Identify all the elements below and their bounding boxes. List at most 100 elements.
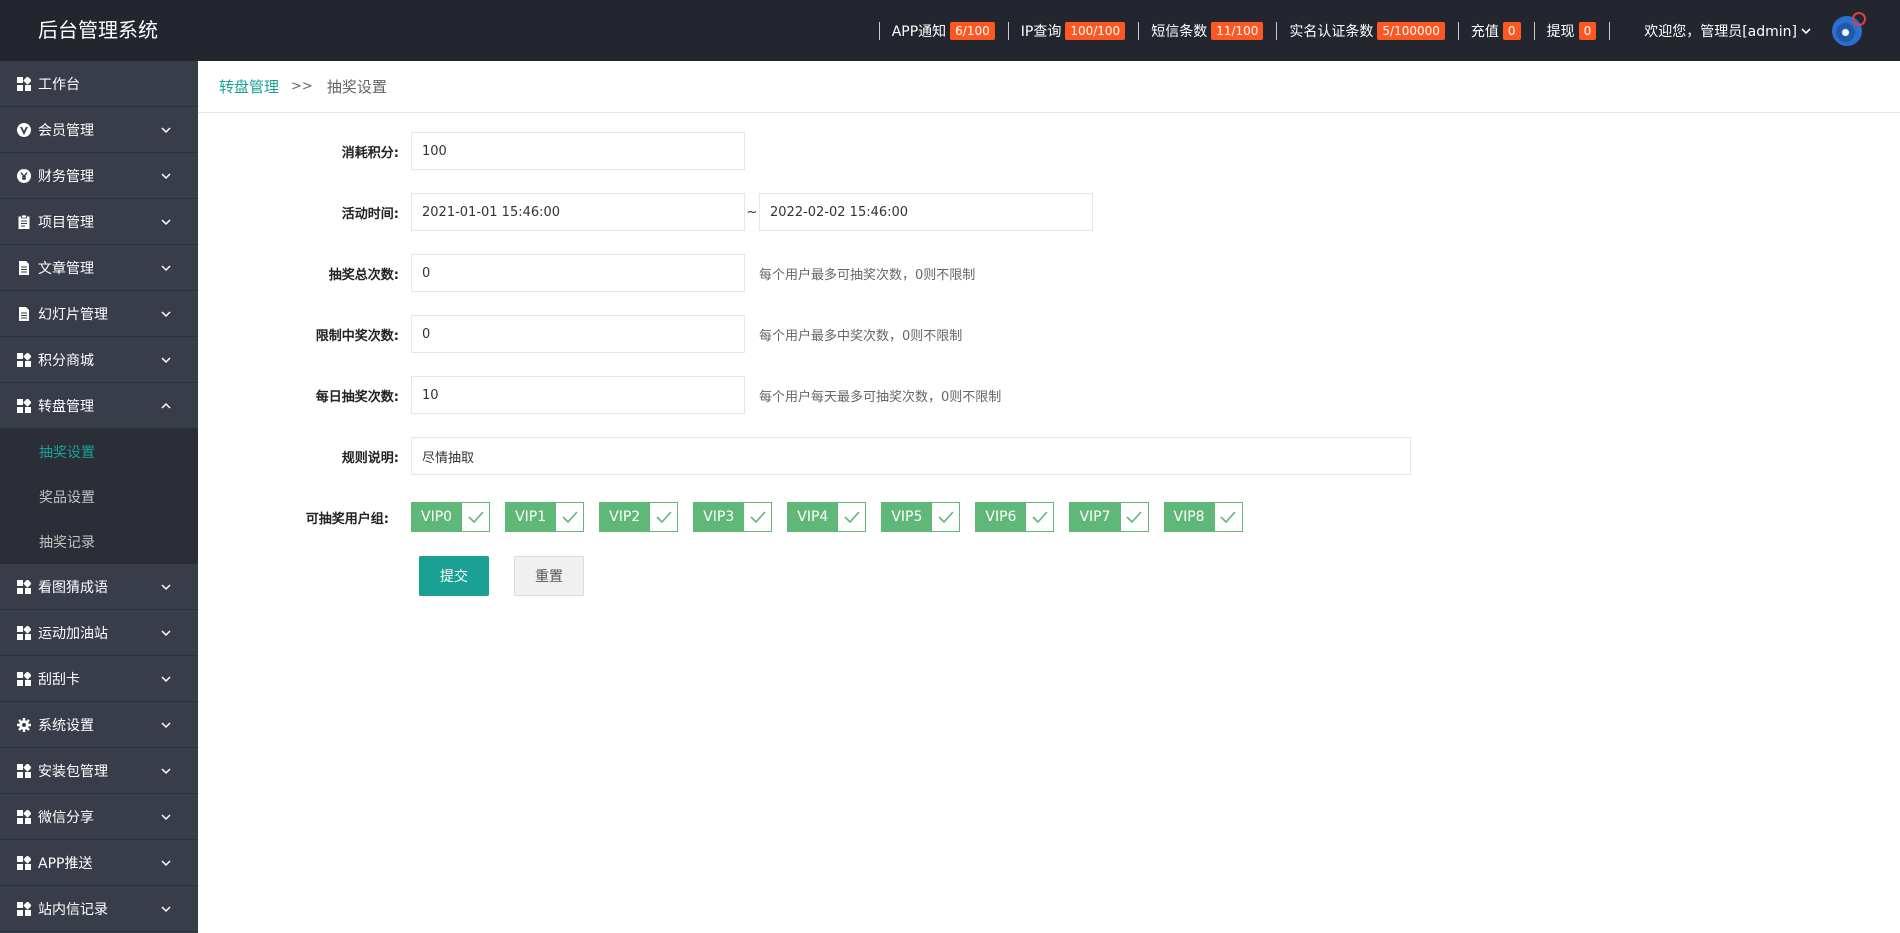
chevron-down-icon [161, 676, 171, 683]
submit-button[interactable]: 提交 [419, 556, 489, 596]
form-row-daily: 每日抽奖次数: 10 每个用户每天最多可抽奖次数，0则不限制 [198, 376, 1001, 414]
vip-checkbox[interactable]: VIP4 [787, 502, 867, 532]
check-icon [844, 511, 860, 523]
sidebar-item-label: 系统设置 [38, 717, 94, 734]
check-icon [1032, 511, 1048, 523]
sidebar-item-dashboard[interactable]: 工作台 [0, 61, 198, 107]
sidebar-item-label: APP推送 [38, 855, 93, 872]
vip-checkbox[interactable]: VIP3 [693, 502, 773, 532]
avatar[interactable] [1832, 11, 1866, 46]
sidebar-item-label: 会员管理 [38, 122, 94, 139]
chevron-down-icon [161, 265, 171, 272]
stat-badge: 11/100 [1211, 21, 1264, 40]
check-icon [467, 511, 484, 523]
form-row-win-limit: 限制中奖次数: 0 每个用户最多中奖次数，0则不限制 [198, 315, 962, 353]
checkbox-label: VIP3 [693, 502, 745, 532]
breadcrumb-separator: >> [291, 79, 313, 94]
form-label: 可抽奖用户组: [305, 511, 389, 527]
sidebar-item-label: 运动加油站 [38, 625, 108, 642]
vip-checkbox[interactable]: VIP8 [1163, 502, 1243, 532]
form-row-rules: 规则说明: 尽情抽取 [198, 437, 1411, 475]
document-icon [19, 260, 29, 275]
field-hint: 每个用户每天最多可抽奖次数，0则不限制 [759, 389, 1002, 405]
sidebar-item-articles[interactable]: 文章管理 [0, 245, 198, 291]
user-group-checkboxes: VIP0 VIP1 VIP2 VIP3 VIP4 VIP5 VIP6 VIP7 … [411, 502, 1258, 532]
start-time-input[interactable]: 2021-01-01 15:46:00 [411, 193, 745, 231]
chevron-down-icon [161, 173, 171, 180]
range-separator: ~ [746, 204, 758, 220]
grid-icon [17, 855, 31, 870]
check-icon [656, 511, 672, 523]
chevron-down-icon [161, 906, 171, 913]
rules-input[interactable]: 尽情抽取 [411, 437, 1411, 475]
sidebar-item-slides[interactable]: 幻灯片管理 [0, 291, 198, 337]
sidebar-item-label: 安装包管理 [38, 763, 108, 780]
sidebar-item-members[interactable]: 会员管理 [0, 107, 198, 153]
vip-checkbox[interactable]: VIP7 [1069, 502, 1149, 532]
sidebar-item-wechat-share[interactable]: 微信分享 [0, 794, 198, 840]
sidebar-item-points-mall[interactable]: 积分商城 [0, 337, 198, 383]
reset-button[interactable]: 重置 [514, 556, 584, 596]
stat-label: 提现 [1546, 23, 1575, 40]
stat-label: APP通知 [891, 23, 947, 40]
end-time-input[interactable]: 2022-02-02 15:46:00 [759, 193, 1093, 231]
stat-label: IP查询 [1020, 23, 1062, 40]
vip-checkbox[interactable]: VIP2 [599, 502, 679, 532]
stat-app-notify[interactable]: APP通知 6/100 [878, 0, 1008, 61]
checkbox-label: VIP1 [505, 502, 557, 532]
sidebar-item-scratch-card[interactable]: 刮刮卡 [0, 656, 198, 702]
win-limit-input[interactable]: 0 [411, 315, 745, 353]
sidebar-item-sports-station[interactable]: 运动加油站 [0, 610, 198, 656]
sidebar-item-inbox-records[interactable]: 站内信记录 [0, 886, 198, 932]
vip-checkbox[interactable]: VIP1 [505, 502, 585, 532]
cost-points-input[interactable]: 100 [411, 132, 745, 170]
sidebar-item-label: 项目管理 [38, 214, 94, 231]
grid-icon [17, 763, 31, 778]
stat-sms[interactable]: 短信条数 11/100 [1138, 0, 1276, 61]
checkbox-label: VIP8 [1163, 502, 1215, 532]
sidebar-subitem-lottery-settings[interactable]: 抽奖设置 [0, 429, 198, 474]
stat-label: 短信条数 [1151, 23, 1208, 40]
sidebar-item-label: 看图猜成语 [38, 579, 108, 596]
chevron-down-icon [161, 768, 171, 775]
field-hint: 每个用户最多中奖次数，0则不限制 [759, 328, 963, 344]
sidebar-item-system-settings[interactable]: 系统设置 [0, 702, 198, 748]
sidebar-item-app-push[interactable]: APP推送 [0, 840, 198, 886]
vip-checkbox[interactable]: VIP5 [881, 502, 961, 532]
vip-checkbox[interactable]: VIP0 [411, 502, 491, 532]
stat-recharge[interactable]: 充值 0 [1457, 0, 1534, 61]
stat-badge: 0 [1502, 21, 1521, 40]
sidebar-item-label: 文章管理 [38, 260, 94, 277]
form-actions: 提交 重置 [198, 556, 584, 596]
daily-draws-input[interactable]: 10 [411, 376, 745, 414]
stat-withdraw[interactable]: 提现 0 [1533, 0, 1610, 61]
sidebar-item-idiom-guess[interactable]: 看图猜成语 [0, 564, 198, 610]
form-label: 消耗积分: [341, 145, 399, 161]
grid-icon [17, 809, 31, 824]
document-icon [19, 306, 29, 321]
vip-checkbox[interactable]: VIP6 [975, 502, 1055, 532]
user-menu[interactable]: 欢迎您，管理员[admin] [1609, 0, 1900, 61]
sidebar-subitem-lottery-records[interactable]: 抽奖记录 [0, 519, 198, 564]
form-label: 抽奖总次数: [328, 267, 399, 283]
breadcrumb-link[interactable]: 转盘管理 [219, 76, 279, 97]
chevron-down-icon [161, 127, 171, 134]
stat-badge: 0 [1578, 21, 1597, 40]
stat-realname[interactable]: 实名认证条数 5/100000 [1276, 0, 1458, 61]
sidebar-item-wheel[interactable]: 转盘管理 [0, 383, 198, 429]
sidebar-item-projects[interactable]: 项目管理 [0, 199, 198, 245]
grid-icon [17, 352, 31, 367]
stat-ip-query[interactable]: IP查询 100/100 [1007, 0, 1138, 61]
chevron-down-icon [161, 219, 171, 226]
grid-icon [17, 625, 31, 640]
sidebar-subitem-prize-settings[interactable]: 奖品设置 [0, 474, 198, 519]
sidebar-item-finance[interactable]: 财务管理 [0, 153, 198, 199]
chevron-down-icon [161, 584, 171, 591]
grid-icon [17, 579, 31, 594]
total-draws-input[interactable]: 0 [411, 254, 745, 292]
sidebar-item-packages[interactable]: 安装包管理 [0, 748, 198, 794]
checkbox-label: VIP0 [411, 502, 463, 532]
form-label: 活动时间: [341, 206, 399, 222]
checkbox-label: VIP7 [1069, 502, 1121, 532]
check-icon [750, 511, 766, 523]
